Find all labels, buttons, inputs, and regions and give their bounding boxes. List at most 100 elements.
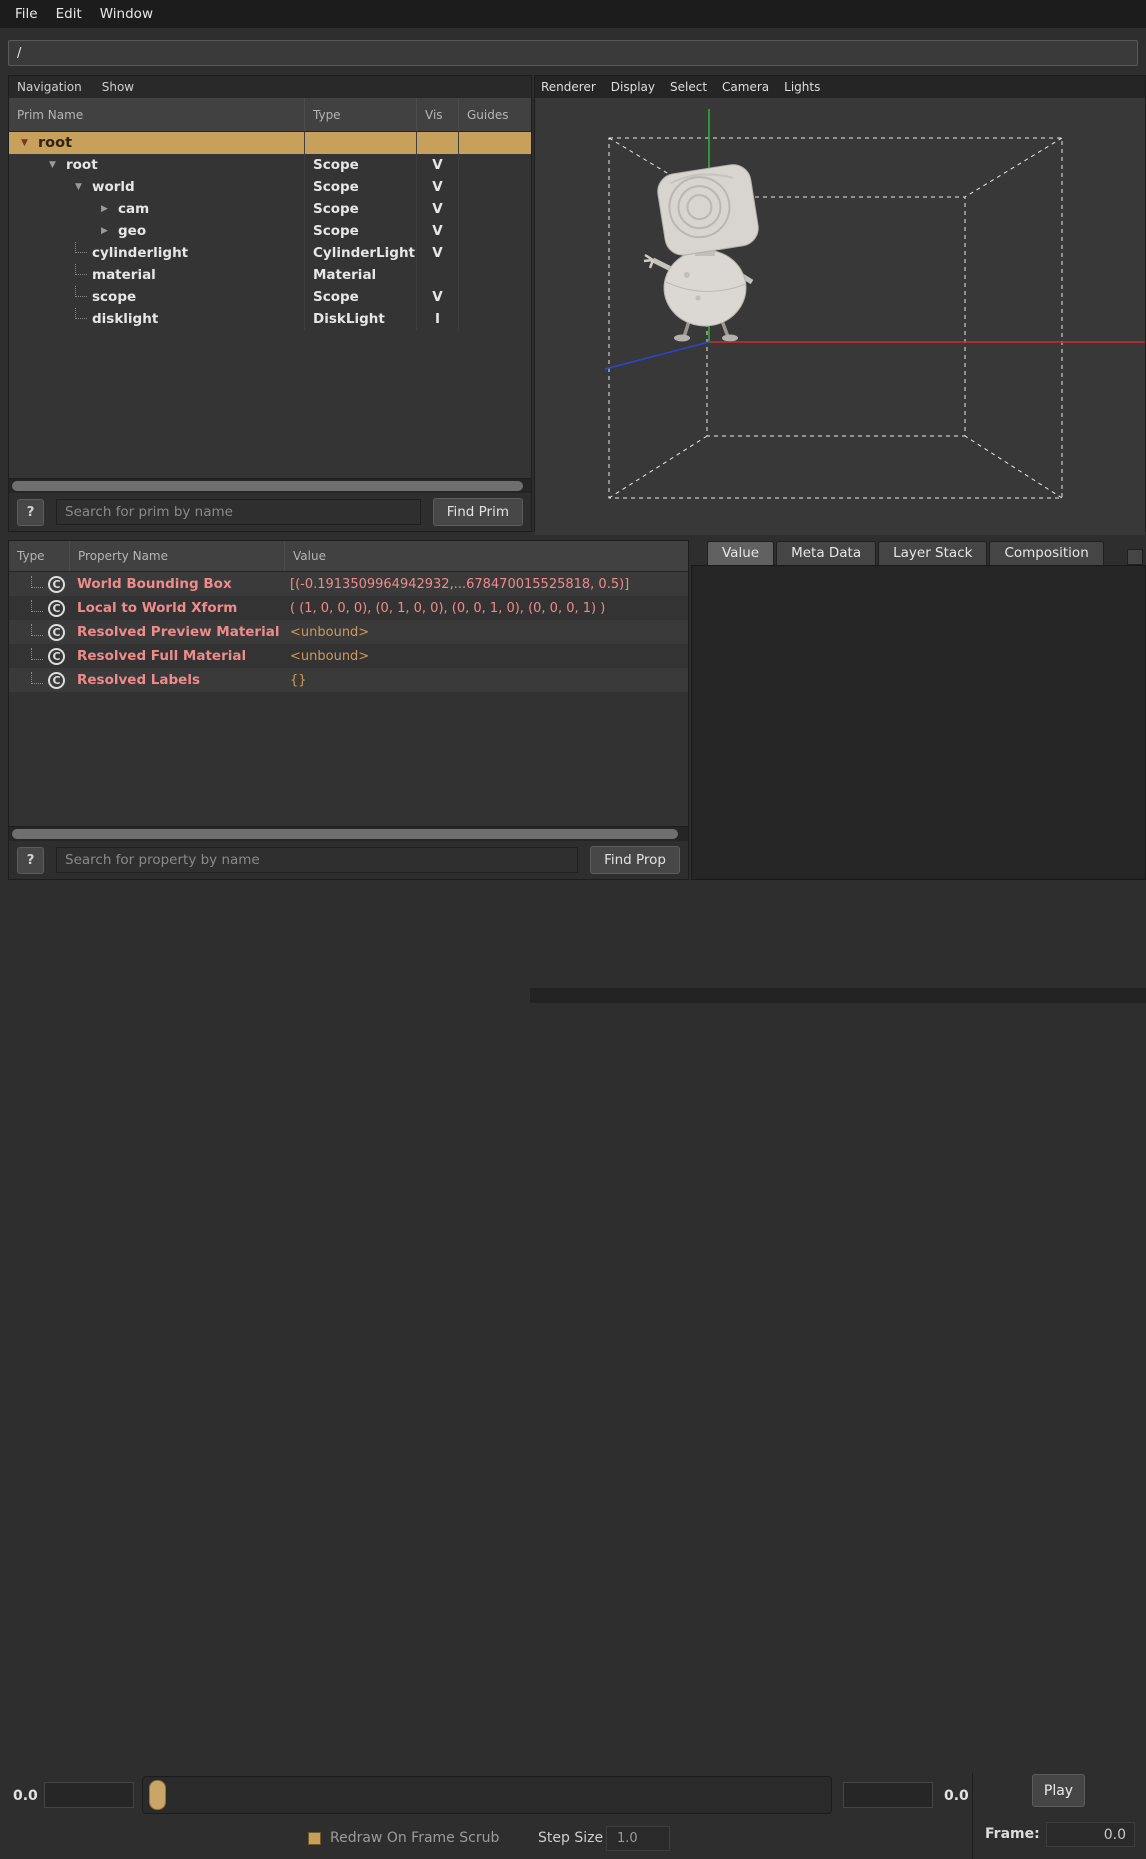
property-column-headers: Type Property Name Value	[9, 541, 688, 572]
menu-camera[interactable]: Camera	[722, 80, 769, 94]
property-row[interactable]: Resolved Labels {}	[9, 668, 688, 692]
tree-row-geo[interactable]: geo Scope V	[9, 220, 531, 242]
property-search-row: ? Find Prop	[9, 841, 688, 879]
collapsed-arrow-icon[interactable]	[101, 204, 118, 214]
menu-lights[interactable]: Lights	[784, 80, 820, 94]
prim-guides	[458, 154, 531, 176]
prim-vis[interactable]: V	[416, 286, 458, 308]
tree-row-scope[interactable]: scope Scope V	[9, 286, 531, 308]
timeline-separator	[972, 1773, 973, 1859]
tree-horizontal-scrollbar[interactable]	[9, 478, 531, 493]
play-button[interactable]: Play	[1032, 1774, 1085, 1807]
property-name: World Bounding Box	[69, 576, 284, 592]
expand-arrow-icon[interactable]	[75, 182, 92, 192]
inspector-tabs: Value Meta Data Layer Stack Composition	[691, 540, 1146, 565]
prim-name: cam	[118, 201, 149, 217]
computed-attribute-icon	[48, 648, 65, 665]
collapsed-arrow-icon[interactable]	[101, 226, 118, 236]
property-row[interactable]: Local to World Xform ( (1, 0, 0, 0), (0,…	[9, 596, 688, 620]
scrollbar-thumb[interactable]	[12, 481, 523, 491]
redraw-on-frame-scrub-checkbox[interactable]	[308, 1832, 321, 1845]
tree-row-disklight[interactable]: disklight DiskLight I	[9, 308, 531, 330]
property-horizontal-scrollbar[interactable]	[9, 826, 688, 841]
prim-vis[interactable]: V	[416, 154, 458, 176]
prim-type	[304, 132, 416, 154]
tree-row-root-selected[interactable]: root	[9, 132, 531, 154]
menu-file[interactable]: File	[6, 2, 47, 26]
prim-type: CylinderLight	[304, 242, 416, 264]
menu-window[interactable]: Window	[91, 2, 162, 26]
redraw-on-frame-scrub-label: Redraw On Frame Scrub	[330, 1830, 499, 1846]
property-name: Resolved Full Material	[69, 648, 284, 664]
menu-show[interactable]: Show	[102, 80, 134, 94]
prim-vis[interactable]: V	[416, 220, 458, 242]
property-row[interactable]: Resolved Preview Material <unbound>	[9, 620, 688, 644]
prim-search-input[interactable]	[56, 499, 421, 525]
find-prim-button[interactable]: Find Prim	[433, 498, 523, 526]
menu-select[interactable]: Select	[670, 80, 707, 94]
tab-layer-stack[interactable]: Layer Stack	[878, 541, 987, 565]
col-property-name: Property Name	[69, 541, 284, 571]
prim-tree: root root Scope V world Scope V cam Scop…	[9, 132, 531, 478]
menu-navigation[interactable]: Navigation	[17, 80, 82, 94]
tab-value[interactable]: Value	[707, 541, 774, 565]
frame-slider-handle[interactable]	[149, 1780, 166, 1810]
menu-renderer[interactable]: Renderer	[541, 80, 596, 94]
start-frame-input[interactable]	[44, 1782, 134, 1808]
step-size-input[interactable]	[606, 1826, 670, 1851]
property-search-input[interactable]	[56, 847, 578, 873]
menubar: File Edit Window	[0, 0, 1146, 28]
prim-search-help-button[interactable]: ?	[17, 499, 44, 526]
prim-vis[interactable]	[416, 132, 458, 154]
prim-search-row: ? Find Prim	[9, 493, 531, 531]
tab-meta-data[interactable]: Meta Data	[776, 541, 876, 565]
prim-type: Scope	[304, 176, 416, 198]
tree-row-world[interactable]: world Scope V	[9, 176, 531, 198]
tree-branch-icon	[31, 672, 43, 684]
tree-row-cam[interactable]: cam Scope V	[9, 198, 531, 220]
end-frame-input[interactable]	[843, 1782, 933, 1808]
prim-vis[interactable]: V	[416, 176, 458, 198]
value-tab-content	[691, 565, 1146, 880]
prim-type: DiskLight	[304, 308, 416, 330]
prim-vis[interactable]: V	[416, 242, 458, 264]
frame-input[interactable]	[1046, 1822, 1135, 1847]
expand-arrow-icon[interactable]	[49, 160, 66, 170]
property-row[interactable]: Resolved Full Material <unbound>	[9, 644, 688, 668]
frame-label: Frame:	[985, 1826, 1040, 1842]
tree-row-cylinderlight[interactable]: cylinderlight CylinderLight V	[9, 242, 531, 264]
tree-branch-icon	[31, 648, 43, 660]
property-name: Resolved Labels	[69, 672, 284, 688]
tab-overflow-stub[interactable]	[1127, 549, 1143, 565]
prim-name: world	[92, 179, 135, 195]
property-value: <unbound>	[284, 649, 688, 664]
property-value: [(-0.1913509964942932,...678470015525818…	[284, 577, 688, 592]
viewport-menu-bar: Renderer Display Select Camera Lights	[535, 76, 1145, 98]
prim-path-input[interactable]	[8, 40, 1138, 66]
menu-display[interactable]: Display	[611, 80, 655, 94]
prim-guides	[458, 198, 531, 220]
property-row[interactable]: World Bounding Box [(-0.1913509964942932…	[9, 572, 688, 596]
prim-type: Material	[304, 264, 416, 286]
prim-vis[interactable]: V	[416, 198, 458, 220]
tree-row-material[interactable]: material Material	[9, 264, 531, 286]
prim-name: geo	[118, 223, 146, 239]
find-prop-button[interactable]: Find Prop	[590, 846, 680, 874]
property-search-help-button[interactable]: ?	[17, 847, 44, 874]
scrollbar-thumb[interactable]	[12, 829, 678, 839]
col-value: Value	[284, 541, 688, 571]
tree-row-root[interactable]: root Scope V	[9, 154, 531, 176]
prim-vis[interactable]: I	[416, 308, 458, 330]
viewport-canvas[interactable]	[535, 98, 1145, 535]
expand-arrow-icon[interactable]	[21, 138, 38, 148]
prim-guides	[458, 220, 531, 242]
prim-vis[interactable]	[416, 264, 458, 286]
step-size-label: Step Size	[538, 1830, 603, 1846]
frame-slider[interactable]	[142, 1776, 832, 1814]
computed-attribute-icon	[48, 672, 65, 689]
prim-name: cylinderlight	[92, 245, 188, 261]
menu-edit[interactable]: Edit	[47, 2, 91, 26]
timeline-bar: 0.0 0.0 Play Frame: Redraw On Frame Scru…	[0, 885, 1146, 1003]
tree-branch-icon	[75, 308, 87, 319]
tab-composition[interactable]: Composition	[989, 541, 1103, 565]
